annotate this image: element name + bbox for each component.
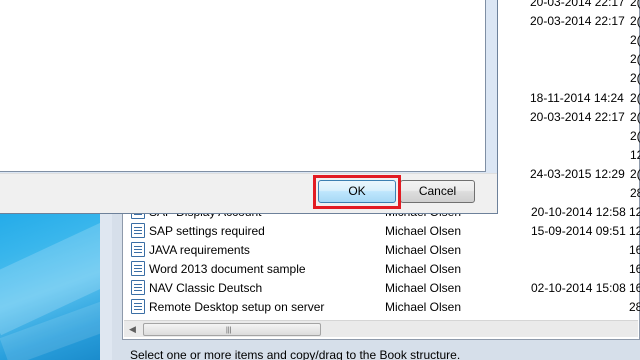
list-item[interactable]: SAP settings required Michael Olsen 15-0… [123,221,640,240]
truncated-cell: 2( [630,52,640,66]
item-author: Michael Olsen [385,281,462,295]
truncated-cell: 2( [630,71,640,85]
list-item[interactable]: Remote Desktop setup on server Michael O… [123,297,640,316]
item-title: SAP settings required [149,224,265,238]
item-title: JAVA requirements [149,243,250,257]
item-title: Word 2013 document sample [149,262,306,276]
truncated-cell: 12 [630,148,640,162]
document-icon [131,223,145,238]
item-author: Michael Olsen [385,262,462,276]
item-extra: 12 [629,224,640,238]
item-date: 02-10-2014 15:08 [531,281,626,295]
item-title: NAV Classic Deutsch [149,281,263,295]
truncated-cell: 2( [630,33,640,47]
desktop-background [0,200,100,360]
truncated-cell: 2( [630,91,640,105]
truncated-cell: 2( [630,110,640,124]
truncated-cell: 28 [630,186,640,200]
scroll-left-arrow-icon[interactable]: ◀ [124,321,141,338]
item-extra: 16 [629,243,640,257]
scrollbar-thumb[interactable]: ||| [143,323,321,336]
document-icon [131,261,145,276]
item-date: 15-09-2014 09:51 [531,224,626,238]
item-extra: 12 [629,205,640,219]
item-extra: 16 [629,262,640,276]
item-title: Remote Desktop setup on server [149,300,325,314]
background-date-column: 20-03-2014 22:17 20-03-2014 22:17 18-11-… [530,0,640,200]
ok-button-highlight [313,175,401,209]
horizontal-scrollbar[interactable]: ◀ ||| [124,320,638,337]
dialog-content-area [0,0,486,172]
truncated-cell: 2( [630,129,640,143]
list-item[interactable]: NAV Classic Deutsch Michael Olsen 02-10-… [123,278,640,297]
date-cell: 20-03-2014 22:17 [530,0,625,9]
item-author: Michael Olsen [385,243,462,257]
date-cell: 20-03-2014 22:17 [530,14,625,28]
item-author: Michael Olsen [385,224,462,238]
document-icon [131,280,145,295]
item-date: 20-10-2014 12:58 [531,205,626,219]
truncated-cell: 2( [630,167,640,181]
list-item[interactable]: Word 2013 document sample Michael Olsen … [123,259,640,278]
truncated-cell: 2( [630,0,640,9]
list-item[interactable]: JAVA requirements Michael Olsen 16 [123,240,640,259]
dialog-window: OK Cancel [0,0,498,214]
item-extra: 16 [629,281,640,295]
date-cell: 18-11-2014 14:24 [530,91,624,105]
document-icon [131,242,145,257]
grip-icon: ||| [226,327,232,334]
truncated-cell: 2( [630,14,640,28]
date-cell: 24-03-2015 12:29 [530,167,625,181]
document-icon [131,299,145,314]
cancel-button[interactable]: Cancel [400,180,475,203]
status-message: Select one or more items and copy/drag t… [130,348,461,360]
item-author: Michael Olsen [385,300,462,314]
date-cell: 20-03-2014 22:17 [530,110,625,124]
item-extra: 28 [629,300,640,314]
